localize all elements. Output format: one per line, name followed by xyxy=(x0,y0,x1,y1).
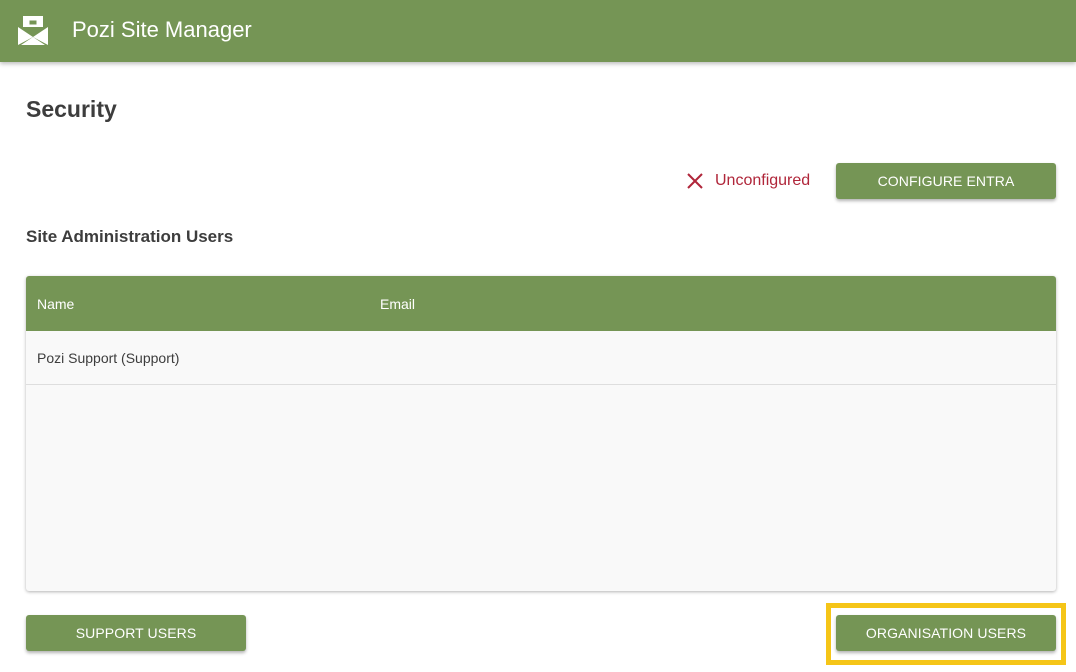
organisation-users-button[interactable]: ORGANISATION USERS xyxy=(836,615,1056,651)
column-header-email: Email xyxy=(380,296,416,312)
app-title: Pozi Site Manager xyxy=(72,17,252,42)
table-cell-name: Pozi Support (Support) xyxy=(37,350,180,366)
admin-users-table: Name Email Pozi Support (Support) xyxy=(26,276,1056,591)
close-icon xyxy=(687,173,703,189)
configure-entra-button[interactable]: CONFIGURE ENTRA xyxy=(836,163,1056,199)
page-title: Security xyxy=(26,96,117,122)
entra-status: Unconfigured xyxy=(686,170,810,192)
support-users-button[interactable]: SUPPORT USERS xyxy=(26,615,246,651)
section-title: Site Administration Users xyxy=(26,227,234,246)
app-bar: Pozi Site Manager xyxy=(0,0,1076,62)
pozi-logo-icon xyxy=(18,15,48,45)
table-header: Name Email xyxy=(26,276,1056,331)
entra-status-text: Unconfigured xyxy=(715,172,811,189)
column-header-name: Name xyxy=(37,296,75,312)
table-row[interactable]: Pozi Support (Support) xyxy=(26,331,1056,385)
